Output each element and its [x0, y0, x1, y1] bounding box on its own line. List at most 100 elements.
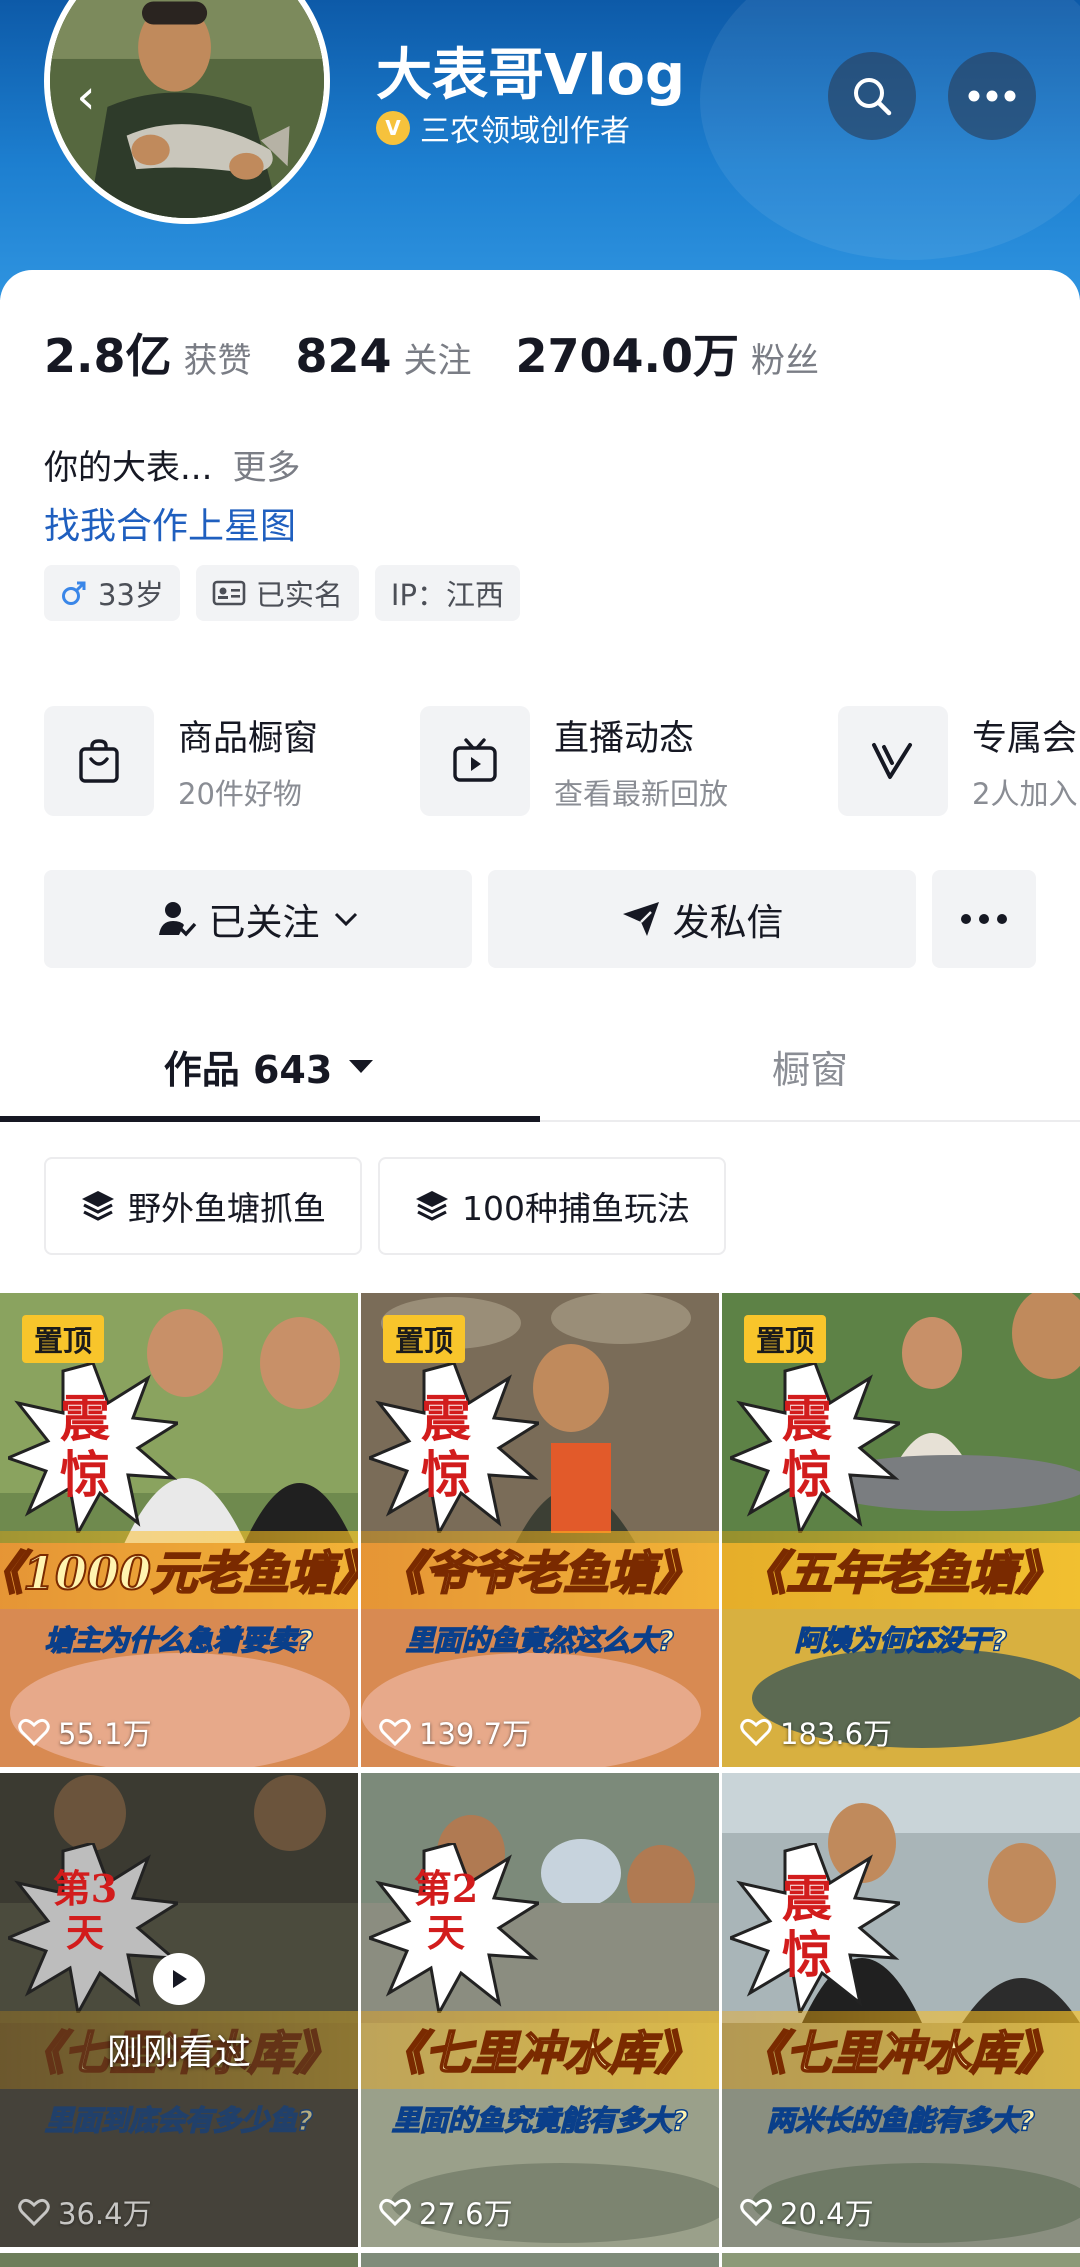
video-tile[interactable]: 置顶 震惊 《爷爷老鱼塘》 里面的鱼竟然这么大? 139.7万	[361, 1293, 719, 1767]
star-map-link[interactable]: 找我合作上星图	[44, 497, 296, 549]
creator-certification[interactable]: V 三农领域创作者	[376, 106, 630, 150]
shopping-bag-icon	[79, 739, 119, 783]
feature-subtitle: 2人加入	[972, 776, 1078, 811]
feature-title: 商品橱窗	[178, 718, 319, 759]
video-title-caption: 《1000元老鱼塘》	[0, 1531, 358, 1609]
video-tile[interactable]: 置顶 震惊 《五年老鱼塘》 阿姨为何还没干? 183.6万	[722, 1293, 1080, 1767]
heart-outline-icon	[18, 1718, 50, 1747]
stat-value: 2704.0万	[515, 329, 740, 383]
bio: 你的大表... 更多	[44, 440, 300, 489]
creator-label: 三农领域创作者	[420, 114, 630, 149]
profile-name: 大表哥Vlog	[376, 43, 686, 108]
bio-more-link[interactable]: 更多	[232, 448, 300, 488]
more-actions-button[interactable]	[932, 870, 1036, 968]
pinned-badge: 置顶	[744, 1315, 827, 1363]
like-count-text: 55.1万	[58, 1717, 152, 1751]
send-message-button[interactable]: 发私信	[488, 870, 916, 968]
search-button[interactable]	[828, 52, 916, 140]
video-subtitle-caption: 塘主为什么急着要卖?	[44, 1623, 314, 1658]
more-horizontal-icon	[961, 914, 1007, 924]
heart-outline-icon	[740, 2198, 772, 2227]
like-count: 55.1万	[18, 1711, 152, 1753]
stat-followers[interactable]: 2704.0万 粉丝	[516, 320, 820, 386]
heart-outline-icon	[740, 1718, 772, 1747]
stat-likes: 2.8亿 获赞	[44, 320, 252, 386]
video-tile-partial[interactable]	[722, 2253, 1080, 2267]
more-button[interactable]	[948, 52, 1036, 140]
video-title-caption: 《爷爷老鱼塘》	[361, 1531, 719, 1609]
like-count: 183.6万	[740, 1711, 892, 1753]
male-icon	[62, 581, 86, 605]
tab-works[interactable]: 作品 643	[0, 1010, 540, 1122]
video-tile-partial[interactable]	[0, 2253, 358, 2267]
v-fan-club-icon	[872, 743, 912, 779]
feature-live-updates[interactable]: 直播动态 查看最新回放	[420, 705, 728, 817]
send-message-label: 发私信	[672, 901, 784, 944]
feature-title: 直播动态	[554, 718, 695, 759]
video-grid: 置顶 震惊 《1000元老鱼塘》 塘主为什么急着要卖? 55.1万	[0, 1293, 1080, 2267]
like-count-text: 36.4万	[58, 2197, 152, 2231]
tag-text: IP：江西	[390, 578, 504, 612]
more-horizontal-icon	[968, 90, 1016, 102]
video-subtitle-caption: 两米长的鱼能有多大?	[766, 2103, 1036, 2138]
back-chevron-icon[interactable]: ‹	[66, 70, 106, 124]
feature-text: 直播动态 查看最新回放	[554, 710, 728, 813]
profile-tabs: 作品 643 橱窗	[0, 1010, 1080, 1122]
video-subtitle-caption: 里面的鱼竟然这么大?	[405, 1623, 675, 1658]
recently-watched-label: 刚刚看过	[106, 2032, 251, 2073]
video-tile[interactable]: 置顶 震惊 《1000元老鱼塘》 塘主为什么急着要卖? 55.1万	[0, 1293, 358, 1767]
feature-entries: 商品橱窗 20件好物 直播动态 查看最新回放 专属会 2人加入	[44, 705, 1080, 817]
tag-verified: 已实名	[195, 565, 359, 621]
id-card-icon	[212, 580, 246, 606]
play-icon	[153, 1953, 205, 2005]
like-count: 20.4万	[740, 2191, 874, 2233]
tag-text: 已实名	[255, 578, 343, 612]
like-count-text: 27.6万	[419, 2197, 513, 2231]
heart-outline-icon	[379, 2198, 411, 2227]
burst-text: 第3天	[52, 1866, 118, 1955]
burst-text: 第2天	[413, 1866, 479, 1955]
burst-text: 震惊	[60, 1389, 110, 1504]
like-count-text: 20.4万	[780, 2197, 874, 2231]
tab-shop-window[interactable]: 橱窗	[540, 1010, 1080, 1122]
chevron-down-icon	[334, 912, 357, 927]
video-tile[interactable]: 第2天 《七里冲水库》 里面的鱼究竟能有多大? 27.6万	[361, 1773, 719, 2247]
feature-text: 专属会 2人加入	[972, 710, 1077, 813]
video-tile[interactable]: 震惊 《七里冲水库》 两米长的鱼能有多大? 20.4万	[722, 1773, 1080, 2247]
feature-shop-window[interactable]: 商品橱窗 20件好物	[44, 705, 318, 817]
like-count-text: 139.7万	[419, 1717, 532, 1751]
like-count-text: 183.6万	[780, 1717, 893, 1751]
tag-ip: IP：江西	[374, 565, 520, 621]
burst-text: 震惊	[421, 1389, 471, 1504]
stat-value: 824	[295, 329, 392, 383]
feature-icon-box	[44, 706, 154, 816]
feature-fan-club[interactable]: 专属会 2人加入	[838, 705, 1077, 817]
feature-subtitle: 20件好物	[178, 776, 302, 811]
tag-text: 33岁	[98, 578, 164, 612]
feature-icon-box	[838, 706, 948, 816]
tag-age: 33岁	[44, 565, 180, 621]
profile-actions: 已关注 发私信	[44, 870, 1036, 968]
like-count: 27.6万	[379, 2191, 513, 2233]
video-tile[interactable]: 第3天 《七里冲水库》 里面到底会有多少鱼? 刚刚看过 36.4万	[0, 1773, 358, 2247]
stat-label: 粉丝	[751, 341, 820, 381]
video-title-caption: 《五年老鱼塘》	[722, 1531, 1080, 1609]
burst-text: 震惊	[782, 1869, 832, 1984]
pinned-badge: 置顶	[22, 1315, 105, 1363]
stat-value: 2.8亿	[44, 329, 172, 383]
bio-text: 你的大表...	[44, 448, 213, 488]
like-count: 36.4万	[18, 2191, 152, 2233]
followed-button[interactable]: 已关注	[44, 870, 472, 968]
followed-label: 已关注	[208, 901, 320, 944]
stat-following[interactable]: 824 关注	[296, 329, 472, 383]
send-icon	[622, 902, 659, 936]
video-subtitle-caption: 里面的鱼究竟能有多大?	[391, 2103, 689, 2138]
collection-chip[interactable]: 100种捕鱼玩法	[378, 1157, 726, 1255]
search-icon	[854, 78, 892, 116]
stat-label: 关注	[403, 341, 472, 381]
followed-user-icon	[158, 902, 196, 937]
profile-tags: 33岁 已实名 IP：江西	[44, 565, 520, 621]
collection-chip[interactable]: 野外鱼塘抓鱼	[44, 1157, 362, 1255]
status-bar	[740, 0, 920, 8]
video-tile-partial[interactable]	[361, 2253, 719, 2267]
